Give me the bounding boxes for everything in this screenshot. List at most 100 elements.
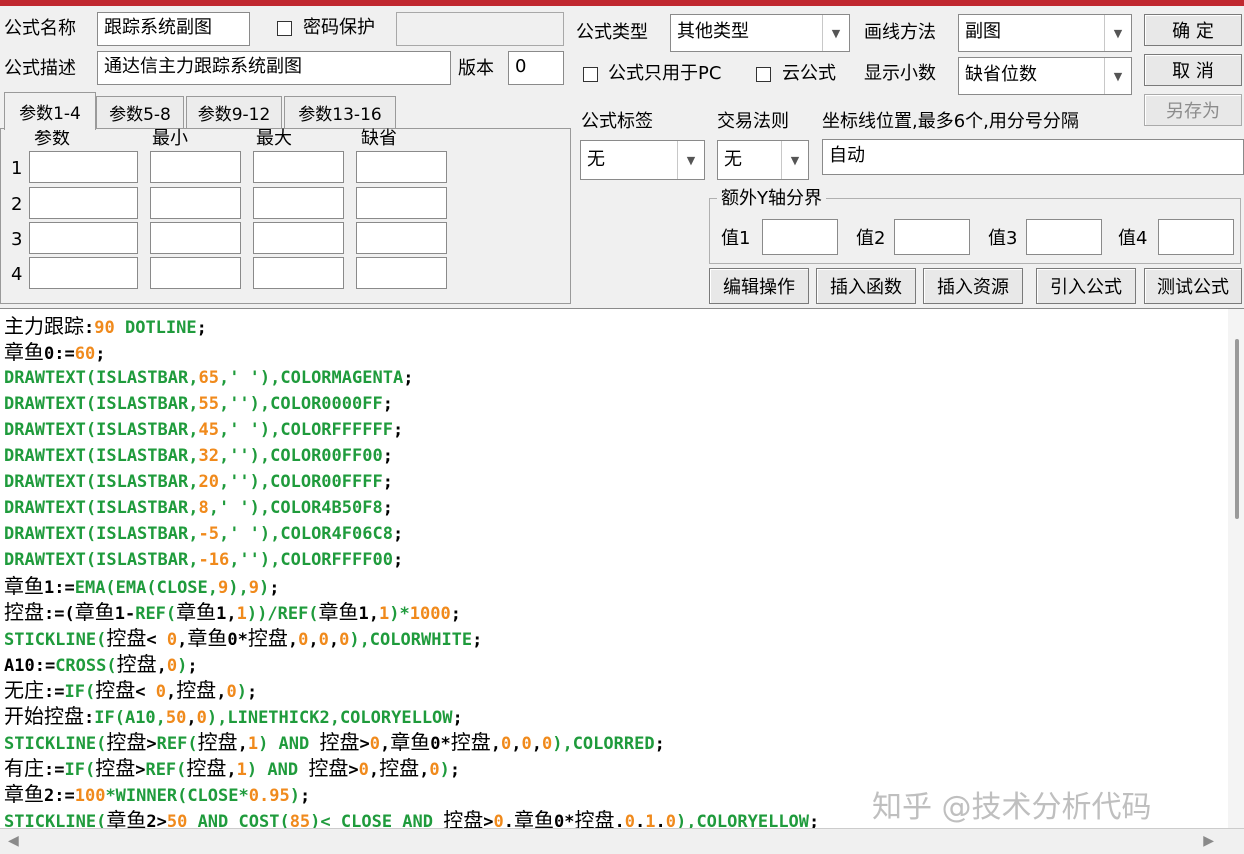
value2-input[interactable] <box>894 219 970 255</box>
import-formula-button[interactable]: 引入公式 <box>1036 268 1136 304</box>
code-token: 55 <box>198 394 219 414</box>
value1-input[interactable] <box>762 219 838 255</box>
formula-tag-select[interactable]: 无 ▼ <box>580 140 705 180</box>
code-token: , <box>237 734 248 754</box>
param-name-input[interactable] <box>29 187 138 219</box>
param-min-input[interactable] <box>150 187 241 219</box>
code-line[interactable]: 无庄:=IF(控盘< 0,控盘,0); <box>4 677 1224 703</box>
code-token: 章鱼 <box>4 574 44 598</box>
code-token: 8 <box>198 498 209 518</box>
password-input[interactable] <box>396 12 564 46</box>
code-line[interactable]: DRAWTEXT(ISLASTBAR,32,''),COLOR00FF00; <box>4 443 1224 469</box>
code-line[interactable]: 开始控盘:IF(A10,50,0),LINETHICK2,COLORYELLOW… <box>4 703 1224 729</box>
param-max-input[interactable] <box>253 151 344 183</box>
code-line[interactable]: DRAWTEXT(ISLASTBAR,20,''),COLOR00FFFF; <box>4 469 1224 495</box>
code-line[interactable]: DRAWTEXT(ISLASTBAR,8,' '),COLOR4B50F8; <box>4 495 1224 521</box>
param-default-input[interactable] <box>356 257 447 289</box>
password-checkbox[interactable] <box>277 21 292 36</box>
code-token: 1000 <box>409 604 451 624</box>
formula-desc-input[interactable]: 通达信主力跟踪系统副图 <box>97 51 451 85</box>
code-token: ,''),COLOR00FF00 <box>218 446 383 466</box>
param-max-input[interactable] <box>253 222 344 254</box>
cloud-formula-checkbox[interactable] <box>756 67 771 82</box>
value1-label: 值1 <box>721 228 751 249</box>
code-token: STICKLINE( <box>4 734 107 754</box>
test-formula-button[interactable]: 测试公式 <box>1144 268 1242 304</box>
param-max-input[interactable] <box>253 187 344 219</box>
param-max-input[interactable] <box>253 257 344 289</box>
code-token: 0 <box>339 630 350 650</box>
formula-name-input[interactable]: 跟踪系统副图 <box>97 12 250 46</box>
tab-params-13-16[interactable]: 参数13-16 <box>284 96 396 128</box>
code-token: 控盘 <box>197 730 238 754</box>
insert-function-button[interactable]: 插入函数 <box>816 268 916 304</box>
param-min-input[interactable] <box>150 151 241 183</box>
code-token: 控盘 <box>176 678 217 702</box>
pc-only-checkbox[interactable] <box>583 67 598 82</box>
vertical-scrollbar[interactable] <box>1228 309 1244 829</box>
param-min-input[interactable] <box>150 222 241 254</box>
tab-params-9-12[interactable]: 参数9-12 <box>186 96 282 128</box>
trade-rule-select[interactable]: 无 ▼ <box>717 140 809 180</box>
code-token: ; <box>382 472 393 492</box>
code-line[interactable]: DRAWTEXT(ISLASTBAR,-5,' '),COLOR4F06C8; <box>4 521 1224 547</box>
code-line[interactable]: 章鱼0:=60; <box>4 339 1224 365</box>
scroll-right-icon[interactable]: ▶ <box>1203 833 1214 849</box>
cloud-formula-label: 云公式 <box>782 63 836 84</box>
code-token: DRAWTEXT(ISLASTBAR, <box>4 524 199 544</box>
code-token: IF( <box>64 682 96 702</box>
code-token: , <box>177 630 188 650</box>
code-line[interactable]: 章鱼1:=EMA(EMA(CLOSE,9),9); <box>4 573 1224 599</box>
code-line[interactable]: DRAWTEXT(ISLASTBAR,55,''),COLOR0000FF; <box>4 391 1224 417</box>
code-token: ; <box>392 524 404 544</box>
code-token: 控盘 <box>95 756 136 780</box>
scroll-left-icon[interactable]: ◀ <box>8 833 19 849</box>
scrollbar-thumb[interactable] <box>1235 339 1239 519</box>
value4-input[interactable] <box>1158 219 1234 255</box>
insert-resource-button[interactable]: 插入资源 <box>923 268 1023 304</box>
edit-operations-button[interactable]: 编辑操作 <box>709 268 809 304</box>
param-name-input[interactable] <box>29 257 138 289</box>
code-line[interactable]: 有庄:=IF(控盘>REF(控盘,1) AND 控盘>0,控盘,0); <box>4 755 1224 781</box>
code-token: 2> <box>146 812 167 829</box>
code-token: ),COLORYELLOW <box>675 812 810 829</box>
code-token: 控盘 <box>319 730 360 754</box>
code-token: EMA(EMA(CLOSE, <box>74 578 219 598</box>
param-default-input[interactable] <box>356 187 447 219</box>
param-default-input[interactable] <box>356 222 447 254</box>
formula-type-select[interactable]: 其他类型 ▼ <box>670 14 850 52</box>
code-line[interactable]: DRAWTEXT(ISLASTBAR,-16,''),COLORFFFF00; <box>4 547 1224 573</box>
code-line[interactable]: 主力跟踪:90 DOTLINE; <box>4 313 1224 339</box>
code-line[interactable]: DRAWTEXT(ISLASTBAR,65,' '),COLORMAGENTA; <box>4 365 1224 391</box>
code-line[interactable]: DRAWTEXT(ISLASTBAR,45,' '),COLORFFFFFF; <box>4 417 1224 443</box>
code-text[interactable]: 主力跟踪:90 DOTLINE; 章鱼0:=60; DRAWTEXT(ISLASTB… <box>4 313 1224 829</box>
code-token: ; <box>449 760 461 780</box>
axis-lines-input[interactable]: 自动 <box>822 139 1244 175</box>
value3-input[interactable] <box>1026 219 1102 255</box>
code-token: 0 <box>318 630 329 650</box>
param-name-input[interactable] <box>29 222 138 254</box>
cancel-button[interactable]: 取 消 <box>1144 54 1242 86</box>
horizontal-scrollbar[interactable]: ◀ ▶ <box>0 828 1244 854</box>
version-input[interactable]: 0 <box>508 51 564 85</box>
code-token: 1 <box>379 604 390 624</box>
code-line[interactable]: STICKLINE(控盘< 0,章鱼0*控盘,0,0,0),COLORWHITE… <box>4 625 1224 651</box>
param-min-input[interactable] <box>150 257 241 289</box>
code-editor[interactable]: 主力跟踪:90 DOTLINE; 章鱼0:=60; DRAWTEXT(ISLASTB… <box>0 308 1244 829</box>
save-as-button[interactable]: 另存为 <box>1144 94 1242 126</box>
param-name-input[interactable] <box>29 151 138 183</box>
code-line[interactable]: STICKLINE(控盘>REF(控盘,1) AND 控盘>0,章鱼0*控盘,0… <box>4 729 1224 755</box>
code-token: 9 <box>248 578 259 598</box>
code-line[interactable]: A10:=CROSS(控盘,0); <box>4 651 1224 677</box>
draw-method-select[interactable]: 副图 ▼ <box>958 14 1132 52</box>
trade-rule-label: 交易法则 <box>717 111 789 132</box>
code-token: 65 <box>198 368 219 388</box>
ok-button[interactable]: 确 定 <box>1144 14 1242 46</box>
code-line[interactable]: 控盘:=(章鱼1-REF(章鱼1,1))/REF(章鱼1,1)*1000; <box>4 599 1224 625</box>
decimals-select[interactable]: 缺省位数 ▼ <box>958 57 1132 95</box>
tab-params-1-4[interactable]: 参数1-4 <box>4 92 96 130</box>
tab-params-5-8[interactable]: 参数5-8 <box>96 96 184 128</box>
param-default-input[interactable] <box>356 151 447 183</box>
extra-y-axis-title: 额外Y轴分界 <box>717 188 826 210</box>
code-token: DRAWTEXT(ISLASTBAR, <box>4 472 199 492</box>
